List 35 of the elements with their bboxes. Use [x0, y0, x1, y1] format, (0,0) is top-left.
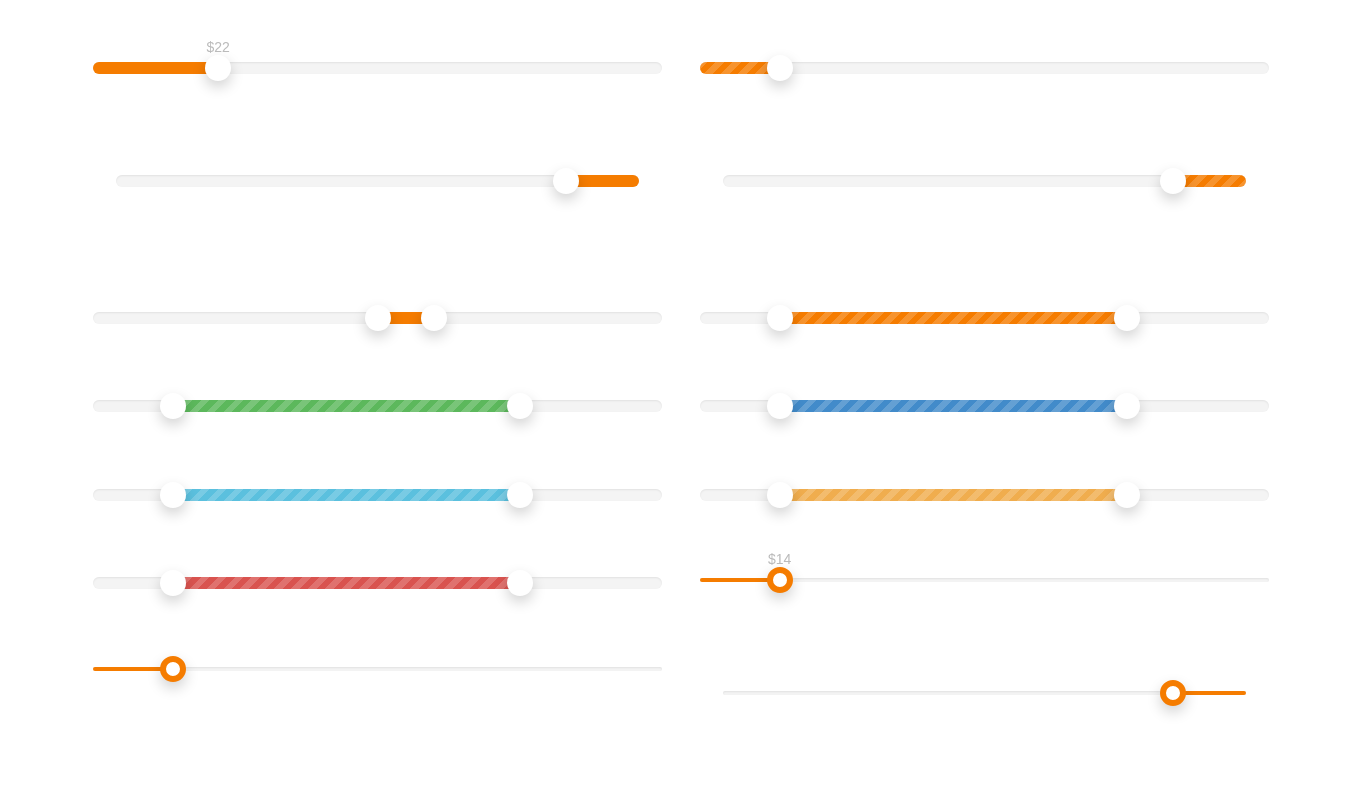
slider-handle[interactable] [552, 168, 579, 194]
slider[interactable] [93, 482, 662, 508]
slider[interactable] [723, 168, 1246, 194]
slider[interactable] [93, 570, 662, 596]
slider-handle[interactable] [205, 55, 232, 81]
slider[interactable] [93, 305, 662, 331]
slider-handle[interactable] [159, 393, 186, 419]
slider-handle[interactable] [766, 305, 793, 331]
value-label: $22 [206, 40, 230, 54]
slider-handle[interactable] [364, 305, 391, 331]
slider[interactable] [700, 55, 1269, 81]
slider[interactable] [93, 393, 662, 419]
slider[interactable] [700, 482, 1269, 508]
slider[interactable] [116, 168, 639, 194]
slider-handle[interactable] [159, 482, 186, 508]
slider[interactable] [700, 393, 1269, 419]
slider-handle[interactable] [506, 482, 533, 508]
slider-handle[interactable] [1159, 168, 1186, 194]
slider-handle[interactable] [1113, 482, 1140, 508]
value-label: $14 [768, 552, 792, 566]
slider-handle[interactable] [1113, 305, 1140, 331]
slider-handle[interactable] [159, 656, 186, 682]
slider[interactable] [723, 680, 1246, 706]
slider-handle[interactable] [766, 55, 793, 81]
slider-handle[interactable] [1159, 680, 1186, 706]
slider-handle[interactable] [1113, 393, 1140, 419]
slider-handle[interactable] [766, 393, 793, 419]
slider-handle[interactable] [421, 305, 448, 331]
slider[interactable] [700, 305, 1269, 331]
slider-handle[interactable] [766, 482, 793, 508]
slider-handle[interactable] [506, 570, 533, 596]
slider[interactable] [93, 656, 662, 682]
slider-handle[interactable] [766, 567, 793, 593]
slider-handle[interactable] [506, 393, 533, 419]
slider-handle[interactable] [159, 570, 186, 596]
